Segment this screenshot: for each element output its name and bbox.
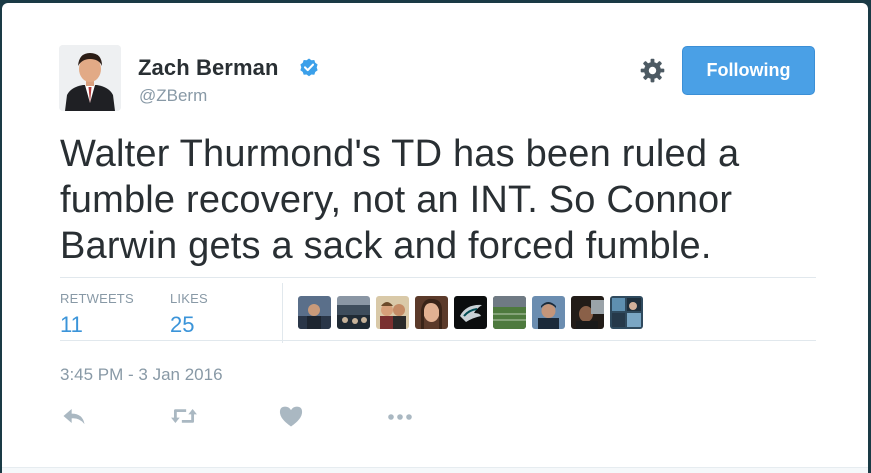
stats-separator xyxy=(282,283,283,343)
author-handle[interactable]: @ZBerm xyxy=(139,86,207,106)
avatar-photo-icon xyxy=(59,45,121,111)
retweets-stat[interactable]: RETWEETS 11 xyxy=(60,291,134,338)
liker-avatar-5[interactable] xyxy=(454,296,487,329)
stats-divider-top xyxy=(60,277,816,278)
like-icon[interactable] xyxy=(277,403,305,429)
liker-avatar-6[interactable] xyxy=(493,296,526,329)
stats-divider-bottom xyxy=(60,340,816,341)
author-avatar[interactable] xyxy=(59,45,121,111)
liker-avatar-4[interactable] xyxy=(415,296,448,329)
likes-label: LIKES xyxy=(170,291,208,306)
author-name[interactable]: Zach Berman xyxy=(138,55,278,81)
likes-stat[interactable]: LIKES 25 xyxy=(170,291,208,338)
verified-badge-icon xyxy=(300,58,318,77)
liker-avatar-7[interactable] xyxy=(532,296,565,329)
likes-count: 25 xyxy=(170,312,195,337)
retweets-count: 11 xyxy=(60,312,83,337)
liker-avatar-2[interactable] xyxy=(337,296,370,329)
tweet-card: Zach Berman @ZBerm Following Walter Thur… xyxy=(2,3,868,473)
gear-icon[interactable] xyxy=(639,57,666,84)
liker-avatar-9[interactable] xyxy=(610,296,643,329)
liker-avatar-1[interactable] xyxy=(298,296,331,329)
tweet-text: Walter Thurmond's TD has been ruled a fu… xyxy=(60,133,740,267)
reply-icon[interactable] xyxy=(60,403,88,429)
tweet-timestamp[interactable]: 3:45 PM - 3 Jan 2016 xyxy=(60,365,223,385)
retweets-label: RETWEETS xyxy=(60,291,134,306)
liker-avatar-8[interactable] xyxy=(571,296,604,329)
liker-avatar-3[interactable] xyxy=(376,296,409,329)
retweet-icon[interactable] xyxy=(170,403,198,429)
card-footer-bar xyxy=(2,467,868,473)
following-button[interactable]: Following xyxy=(682,46,815,95)
more-icon[interactable] xyxy=(386,403,414,429)
